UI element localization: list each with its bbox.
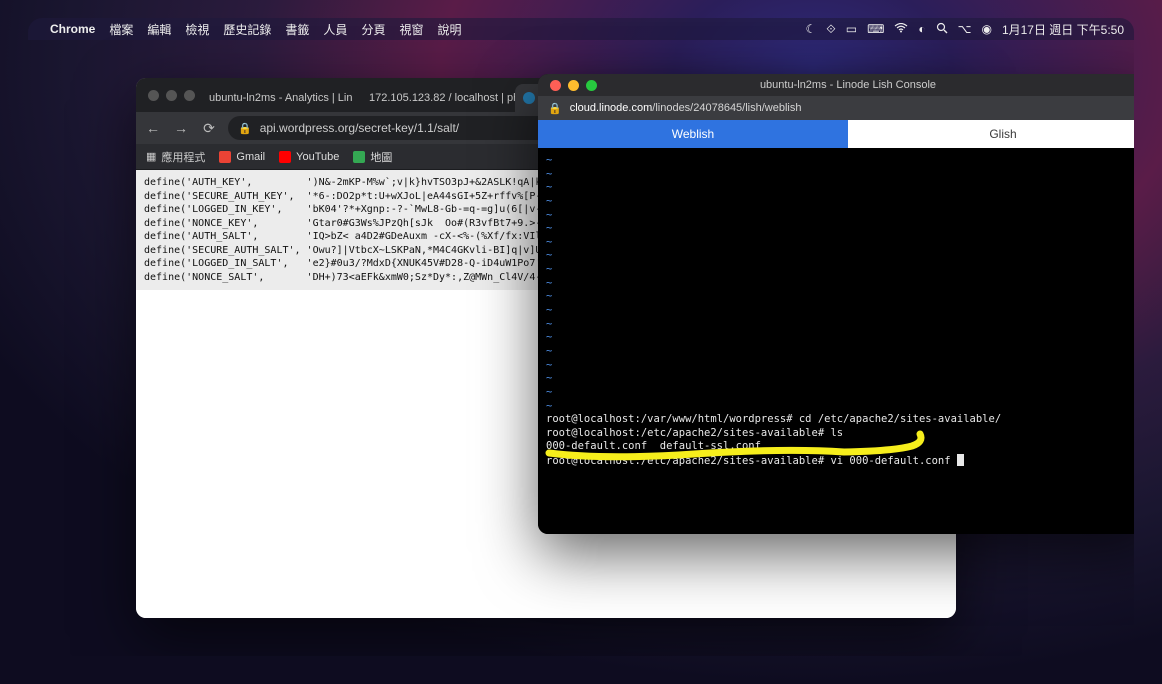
- reload-button[interactable]: ⟳: [200, 120, 218, 137]
- close-icon[interactable]: [550, 80, 561, 91]
- apps-grid-icon: ▦: [146, 150, 156, 163]
- tab-phpmyadmin[interactable]: 172.105.123.82 / localhost | ph ×: [355, 84, 515, 112]
- maps-icon: [353, 151, 365, 163]
- window-title: ubuntu-ln2ms - Linode Lish Console: [538, 79, 1134, 91]
- lish-window: ubuntu-ln2ms - Linode Lish Console 🔒 clo…: [538, 74, 1134, 534]
- gmail-icon: [219, 151, 231, 163]
- annotation-highlight: [544, 438, 944, 473]
- close-icon[interactable]: [148, 90, 159, 101]
- apps-button[interactable]: ▦ 應用程式: [146, 149, 205, 165]
- bookmark-maps[interactable]: 地圖: [353, 149, 392, 165]
- bookmark-gmail[interactable]: Gmail: [219, 151, 265, 163]
- minimize-icon[interactable]: [166, 90, 177, 101]
- apps-label: 應用程式: [161, 149, 205, 165]
- dropbox-icon[interactable]: ⟐: [826, 22, 835, 37]
- youtube-icon: [279, 151, 291, 163]
- siri-icon[interactable]: ◉: [981, 22, 991, 36]
- screen-frame: Chrome 檔案 編輯 檢視 歷史記錄 書籤 人員 分頁 視窗 說明 ☾ ⟐ …: [28, 18, 1134, 656]
- menubar-app-name[interactable]: Chrome: [50, 22, 95, 36]
- menu-tab[interactable]: 分頁: [361, 21, 385, 38]
- menu-history[interactable]: 歷史記錄: [223, 21, 271, 38]
- flag-icon[interactable]: ▭: [846, 22, 857, 36]
- tab-weblish[interactable]: Weblish: [538, 120, 848, 148]
- tab-label: Weblish: [672, 127, 714, 141]
- tab-label: Glish: [989, 127, 1016, 141]
- menubar-clock[interactable]: 1月17日 週日 下午5:50: [1002, 21, 1124, 38]
- menu-window[interactable]: 視窗: [399, 21, 423, 38]
- bookmark-label: YouTube: [296, 151, 339, 163]
- tab-analytics[interactable]: ubuntu-ln2ms - Analytics | Lin ×: [195, 84, 355, 112]
- menu-bookmarks[interactable]: 書籤: [285, 21, 309, 38]
- url-text: api.wordpress.org/secret-key/1.1/salt/: [260, 121, 459, 135]
- lish-urlbar: 🔒 cloud.linode.com/linodes/24078645/lish…: [538, 96, 1134, 120]
- bookmark-label: Gmail: [236, 151, 265, 163]
- forward-button[interactable]: →: [172, 120, 190, 136]
- lish-titlebar: ubuntu-ln2ms - Linode Lish Console: [538, 74, 1134, 96]
- macos-menubar: Chrome 檔案 編輯 檢視 歷史記錄 書籤 人員 分頁 視窗 說明 ☾ ⟐ …: [28, 18, 1134, 40]
- wifi-icon[interactable]: [894, 22, 908, 36]
- menu-view[interactable]: 檢視: [185, 21, 209, 38]
- back-button[interactable]: ←: [144, 120, 162, 136]
- tab-label: ubuntu-ln2ms - Analytics | Lin: [209, 92, 352, 104]
- menu-file[interactable]: 檔案: [109, 21, 133, 38]
- lock-icon: 🔒: [548, 102, 562, 115]
- zoom-icon[interactable]: [586, 80, 597, 91]
- control-center-icon[interactable]: ⌥: [958, 22, 972, 36]
- minimize-icon[interactable]: [568, 80, 579, 91]
- lock-icon: 🔒: [238, 122, 252, 135]
- menu-edit[interactable]: 編輯: [147, 21, 171, 38]
- favicon-icon: [523, 92, 535, 104]
- tab-label: 172.105.123.82 / localhost | ph: [369, 92, 515, 104]
- lish-url-text[interactable]: cloud.linode.com/linodes/24078645/lish/w…: [570, 102, 802, 114]
- menu-help[interactable]: 說明: [437, 21, 461, 38]
- zoom-icon[interactable]: [184, 90, 195, 101]
- bookmark-label: 地圖: [370, 149, 392, 165]
- window-controls: [136, 78, 195, 112]
- tab-glish[interactable]: Glish: [848, 120, 1134, 148]
- bookmark-youtube[interactable]: YouTube: [279, 151, 339, 163]
- keyboard-icon[interactable]: ⌨: [867, 22, 884, 36]
- menu-people[interactable]: 人員: [323, 21, 347, 38]
- spotlight-icon[interactable]: [936, 22, 948, 37]
- moon-icon[interactable]: ☾: [805, 22, 816, 36]
- lish-tabs: Weblish Glish: [538, 120, 1134, 148]
- terminal[interactable]: ~ ~ ~ ~ ~ ~ ~ ~ ~ ~ ~ ~ ~ ~ ~ ~ ~ ~ ~ ro…: [538, 148, 1134, 534]
- url-host: cloud.linode.com: [570, 102, 653, 114]
- url-path: /linodes/24078645/lish/weblish: [652, 102, 801, 114]
- user-icon[interactable]: ◐: [918, 22, 925, 36]
